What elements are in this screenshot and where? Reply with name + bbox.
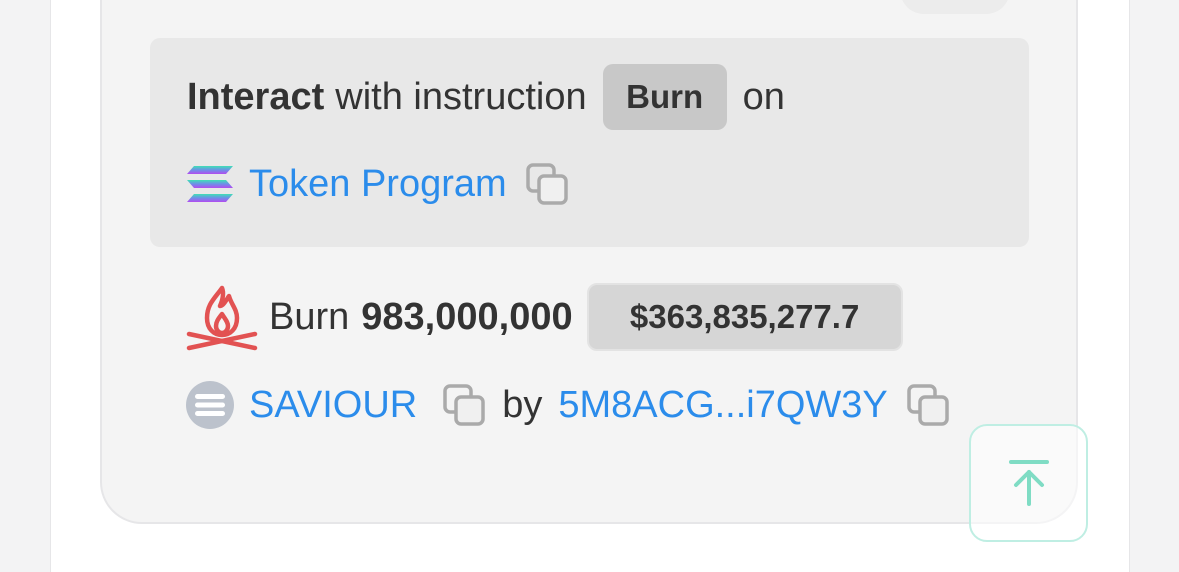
fire-icon <box>186 285 258 351</box>
card-top-decoration <box>900 0 1010 14</box>
instruction-suffix: on <box>742 75 785 118</box>
interact-label: Interact <box>187 75 325 118</box>
program-link[interactable]: Token Program <box>249 163 507 206</box>
burn-line: Burn 983,000,000 $363,835,277.7 <box>185 282 903 352</box>
instruction-prefix: with instruction <box>335 75 587 118</box>
token-line: SAVIOUR by 5M8ACG...i7QW3Y <box>186 380 950 430</box>
address-link[interactable]: 5M8ACG...i7QW3Y <box>558 384 887 427</box>
instruction-badge: Burn <box>602 64 727 130</box>
burn-amount: 983,000,000 <box>361 295 573 338</box>
token-link[interactable]: SAVIOUR <box>249 384 417 427</box>
program-line: Token Program <box>186 160 569 208</box>
scroll-to-top-button[interactable] <box>969 424 1088 542</box>
arrow-up-to-line-icon <box>1008 460 1049 506</box>
copy-token-icon[interactable] <box>442 383 486 427</box>
instruction-line: Interact with instruction Burn on <box>187 64 785 130</box>
burn-verb: Burn <box>269 295 350 338</box>
token-avatar-icon <box>186 381 234 429</box>
token-stripes-icon <box>195 394 225 416</box>
copy-program-icon[interactable] <box>525 162 569 206</box>
copy-address-icon[interactable] <box>906 383 950 427</box>
solana-logo-icon <box>187 166 233 202</box>
by-label: by <box>502 383 543 426</box>
usd-value-badge: $363,835,277.7 <box>586 283 903 351</box>
